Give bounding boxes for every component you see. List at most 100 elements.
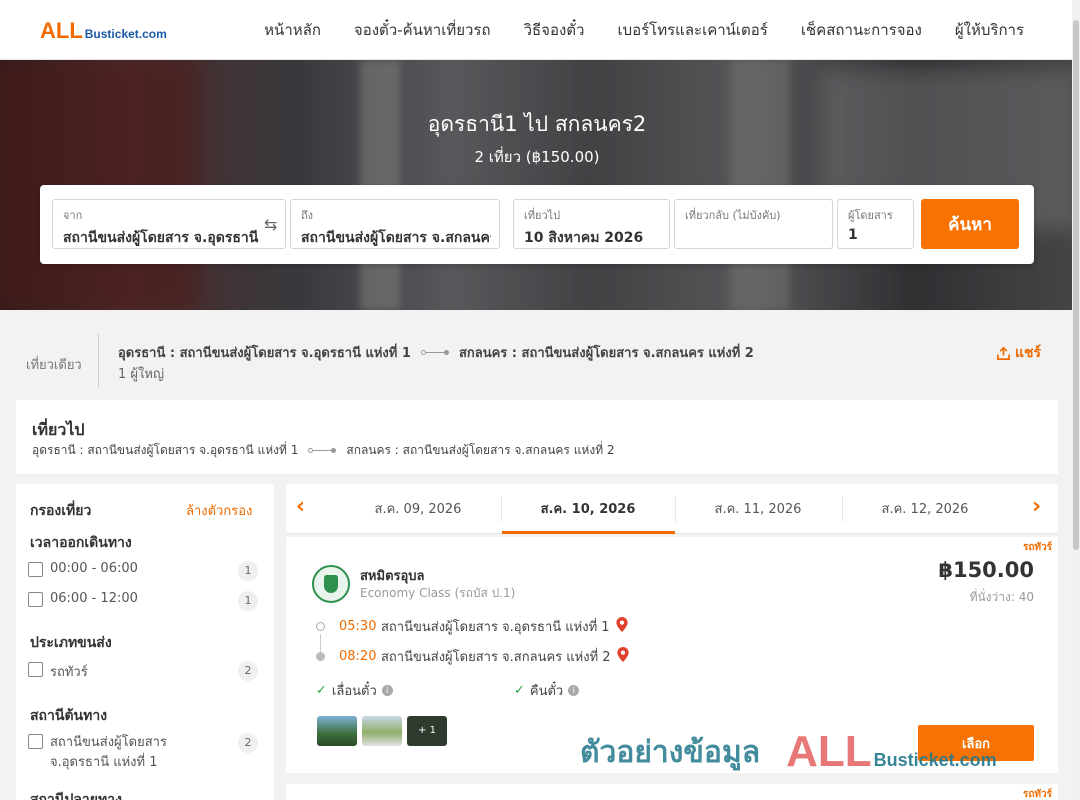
- vehicle-type-tag: รถทัวร์: [1022, 789, 1052, 800]
- share-label: แชร์: [1015, 345, 1042, 361]
- date-tab[interactable]: ส.ค. 09, 2026: [332, 498, 504, 519]
- route-trip-count: 2 เที่ยว (฿150.00): [474, 148, 600, 166]
- outbound-origin: อุดรธานี : สถานีขนส่งผู้โดยสาร จ.อุดรธาน…: [32, 443, 299, 457]
- nav-home[interactable]: หน้าหลัก: [264, 18, 321, 42]
- share-button[interactable]: แชร์: [996, 342, 1041, 364]
- departure-date-value: 10 สิงหาคม 2026: [524, 230, 644, 246]
- site-logo[interactable]: ALL Busticket.com: [40, 18, 167, 44]
- route-connector-icon: [420, 350, 449, 355]
- arrival-station: สถานีขนส่งผู้โดยสาร จ.สกลนคร แห่งที่ 2: [381, 650, 611, 665]
- logo-wordmark: Busticket.com: [84, 27, 167, 41]
- operator-name: สหมิตรอุบล: [360, 569, 425, 584]
- nav-book-ticket[interactable]: จองตั๋ว-ค้นหาเที่ยวรถ: [354, 18, 491, 42]
- filter-option-label: 06:00 - 12:00: [50, 591, 138, 606]
- route-node-icon: [316, 622, 325, 631]
- share-icon: [997, 346, 1010, 360]
- checkbox[interactable]: [28, 734, 43, 749]
- filter-heading-vehicle-type: ประเภทขนส่ง: [30, 635, 112, 651]
- filter-option-origin-station[interactable]: สถานีขนส่งผู้โดยสาร จ.อุดรธานี แห่งที่ 1…: [28, 733, 258, 773]
- refund-label: คืนตั๋ว: [529, 684, 564, 699]
- info-icon[interactable]: i: [381, 685, 393, 696]
- date-tab[interactable]: ส.ค. 11, 2026: [672, 498, 844, 519]
- clear-filters-link[interactable]: ล้างตัวกรอง: [186, 500, 252, 521]
- filter-count-badge: 2: [238, 733, 258, 753]
- bus-photo-thumbnail[interactable]: [362, 716, 402, 746]
- map-pin-icon[interactable]: [615, 617, 628, 636]
- arrival-time: 08:20: [339, 649, 377, 664]
- route-node-icon: [316, 652, 325, 661]
- checkbox[interactable]: [28, 592, 43, 607]
- info-icon[interactable]: i: [568, 685, 580, 696]
- nav-operators[interactable]: ผู้ให้บริการ: [955, 18, 1024, 42]
- refund-policy: ✓ คืนตั๋ว i: [514, 680, 580, 701]
- origin-field[interactable]: จาก สถานีขนส่งผู้โดยสาร จ.อุดรธานี: [52, 199, 286, 249]
- check-icon: ✓: [316, 683, 327, 698]
- passenger-field[interactable]: ผู้โดยสาร 1: [837, 199, 914, 249]
- trip-card: รถทัวร์ สหมิตรอุบล Economy Class (รถบัส …: [286, 537, 1058, 773]
- search-form: จาก สถานีขนส่งผู้โดยสาร จ.อุดรธานี ⇆ ถึง…: [40, 185, 1034, 264]
- filter-count-badge: 1: [238, 561, 258, 581]
- summary-passengers: 1 ผู้ใหญ่: [118, 367, 165, 382]
- origin-value: สถานีขนส่งผู้โดยสาร จ.อุดรธานี: [63, 230, 259, 246]
- checkbox[interactable]: [28, 562, 43, 577]
- top-navigation-bar: ALL Busticket.com หน้าหลัก จองตั๋ว-ค้นหา…: [0, 0, 1080, 60]
- operator-logo-icon: [312, 565, 350, 603]
- filter-option-label: 00:00 - 06:00: [50, 561, 138, 576]
- destination-field[interactable]: ถึง สถานีขนส่งผู้โดยสาร จ.สกลนคร: [290, 199, 500, 249]
- reschedule-policy: ✓ เลื่อนตั๋ว i: [316, 680, 393, 701]
- map-pin-icon[interactable]: [616, 647, 629, 666]
- check-icon: ✓: [514, 683, 525, 698]
- route-title: อุดรธานี1 ไป สกลนคร2: [427, 112, 647, 136]
- nav-how-to-book[interactable]: วิธีจองตั๋ว: [524, 18, 585, 42]
- logo-mark: ALL: [40, 18, 83, 43]
- departure-date-field[interactable]: เที่ยวไป 10 สิงหาคม 2026: [513, 199, 670, 249]
- filter-title: กรองเที่ยว: [30, 503, 92, 519]
- filter-option-time-0000-0600[interactable]: 00:00 - 06:00 1: [28, 561, 258, 581]
- reschedule-label: เลื่อนตั๋ว: [331, 684, 377, 699]
- departure-station: สถานีขนส่งผู้โดยสาร จ.อุดรธานี แห่งที่ 1: [381, 620, 610, 635]
- nav-contact[interactable]: เบอร์โทรและเคาน์เตอร์: [617, 18, 767, 42]
- checkbox[interactable]: [28, 662, 43, 677]
- more-photos-thumbnail[interactable]: + 1: [407, 716, 447, 746]
- destination-value: สถานีขนส่งผู้โดยสาร จ.สกลนคร: [301, 230, 491, 246]
- trip-type: เที่ยวเดียว: [26, 358, 82, 373]
- summary-destination: สกลนคร : สถานีขนส่งผู้โดยสาร จ.สกลนคร แห…: [458, 346, 754, 361]
- filter-count-badge: 1: [238, 591, 258, 611]
- filter-heading-origin-station: สถานีต้นทาง: [30, 708, 108, 724]
- filter-count-badge: 2: [238, 661, 258, 681]
- swap-icon[interactable]: ⇆: [264, 215, 277, 234]
- filter-option-tour-bus[interactable]: รถทัวร์ 2: [28, 661, 258, 682]
- divider: [98, 334, 99, 388]
- outbound-section-header: เที่ยวไป อุดรธานี : สถานีขนส่งผู้โดยสาร …: [16, 400, 1058, 474]
- date-tab-selected[interactable]: ส.ค. 10, 2026: [502, 498, 674, 519]
- destination-label: ถึง: [301, 209, 314, 222]
- departure-stop: 05:30 สถานีขนส่งผู้โดยสาร จ.อุดรธานี แห่…: [316, 616, 628, 637]
- bus-class: Economy Class (รถบัส ป.1): [360, 586, 516, 600]
- bus-photo-thumbnail[interactable]: [317, 716, 357, 746]
- trip-card: รถทัวร์: [286, 784, 1058, 800]
- previous-date-arrow-icon[interactable]: ‹: [296, 494, 305, 519]
- date-tab[interactable]: ส.ค. 12, 2026: [839, 498, 1011, 519]
- filter-option-label: สถานีขนส่งผู้โดยสาร จ.อุดรธานี แห่งที่ 1: [50, 735, 167, 770]
- return-date-label: เที่ยวกลับ (ไม่บังคับ): [685, 209, 781, 222]
- vehicle-type-tag: รถทัวร์: [1022, 542, 1052, 553]
- date-tabs: ‹ ส.ค. 09, 2026 ส.ค. 10, 2026 ส.ค. 11, 2…: [286, 484, 1058, 534]
- available-seats: ที่นั่งว่าง: 40: [969, 590, 1034, 604]
- filter-sidebar: กรองเที่ยว ล้างตัวกรอง เวลาออกเดินทาง 00…: [16, 484, 274, 800]
- nav-booking-status[interactable]: เช็คสถานะการจอง: [801, 18, 922, 42]
- filter-heading-destination-station: สถานีปลายทาง: [30, 792, 122, 800]
- next-date-arrow-icon[interactable]: ›: [1032, 494, 1041, 519]
- trip-summary: เที่ยวเดียว อุดรธานี : สถานีขนส่งผู้โดยส…: [0, 320, 1074, 390]
- origin-label: จาก: [63, 209, 83, 222]
- return-date-field[interactable]: เที่ยวกลับ (ไม่บังคับ): [674, 199, 833, 249]
- search-button[interactable]: ค้นหา: [921, 199, 1019, 249]
- scrollbar-thumb[interactable]: [1073, 20, 1079, 550]
- departure-time: 05:30: [339, 619, 377, 634]
- passenger-label: ผู้โดยสาร: [848, 209, 893, 222]
- main-nav: หน้าหลัก จองตั๋ว-ค้นหาเที่ยวรถ วิธีจองตั…: [264, 0, 1024, 60]
- route-connector-icon: [308, 448, 337, 453]
- select-trip-button[interactable]: เลือก: [918, 725, 1034, 761]
- filter-option-time-0600-1200[interactable]: 06:00 - 12:00 1: [28, 591, 258, 611]
- page-scrollbar[interactable]: [1072, 0, 1080, 800]
- outbound-title: เที่ยวไป: [32, 420, 85, 439]
